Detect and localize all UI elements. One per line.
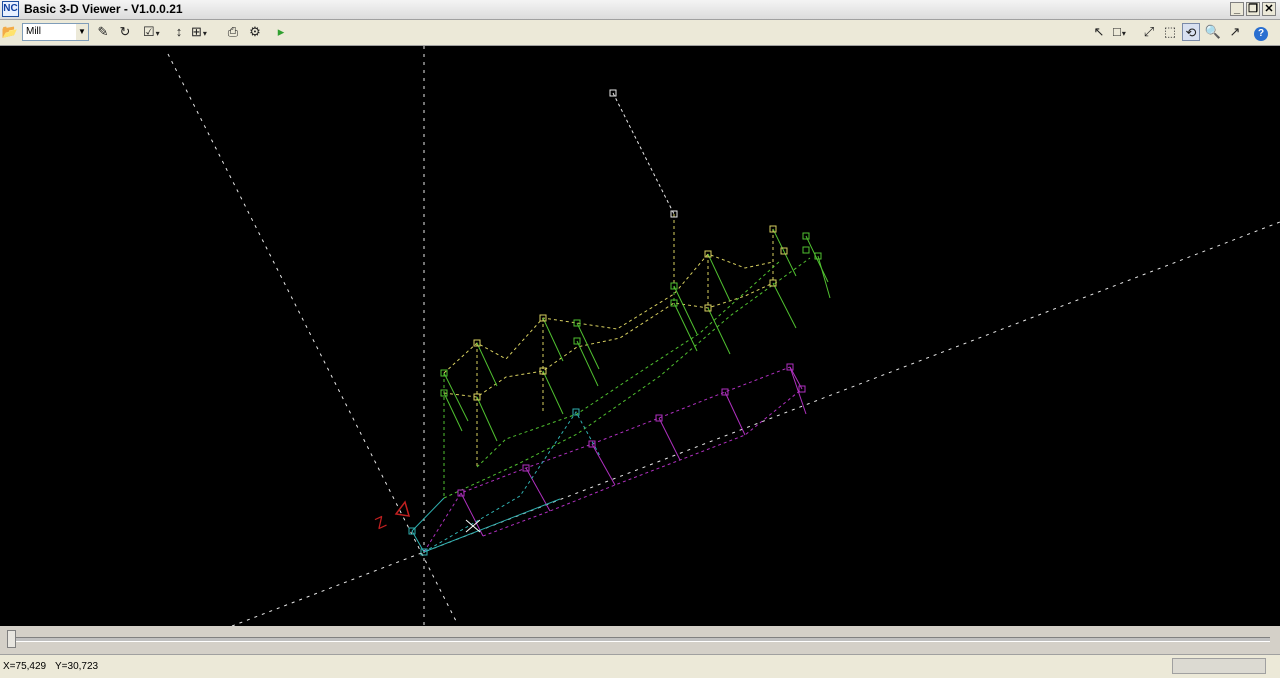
status-bar: X=75,429 Y=30,723	[0, 654, 1280, 678]
select-pointer-icon[interactable]: ↖	[1090, 23, 1108, 41]
edit-icon[interactable]: ✎	[94, 23, 112, 41]
magenta-paths	[423, 366, 807, 553]
x-coordinate: X=75,429	[3, 661, 47, 672]
chevron-down-icon[interactable]: ▼	[76, 24, 88, 40]
grid-icon[interactable]: ⊞	[191, 23, 213, 41]
status-pane	[1172, 658, 1266, 674]
fit-view-icon[interactable]: ⤢	[1140, 23, 1158, 41]
origin-axis-indicator: Z	[373, 500, 411, 533]
path-node-marker	[802, 246, 810, 254]
marker-icon[interactable]: ▸	[272, 23, 290, 41]
title-bar: NC Basic 3-D Viewer - V1.0.0.21 _ ❐ ✕	[0, 0, 1280, 20]
viewport-3d[interactable]: Z	[0, 46, 1280, 626]
help-glyph: ?	[1254, 27, 1268, 41]
app-icon: NC	[2, 1, 19, 17]
axis-icon[interactable]: ↕	[170, 23, 188, 41]
rapid-upper-path	[443, 253, 774, 374]
print-icon[interactable]: ⎙	[224, 23, 242, 41]
refresh-icon[interactable]: ↻	[116, 23, 134, 41]
machine-select-value: Mill	[26, 26, 41, 37]
new-view-icon[interactable]: □	[1113, 23, 1135, 41]
help-icon[interactable]: ?	[1254, 23, 1276, 41]
y-coordinate: Y=30,723	[55, 661, 99, 672]
path-nodes	[408, 89, 822, 556]
rapid-verticals	[476, 214, 774, 467]
green-ticks	[443, 228, 831, 442]
viewport-drawing: Z	[167, 46, 1280, 626]
window-title: Basic 3-D Viewer - V1.0.0.21	[24, 2, 183, 16]
machine-select[interactable]: Mill ▼	[22, 23, 89, 41]
settings-icon[interactable]: ⚙	[246, 23, 264, 41]
rotate-view-icon[interactable]: ⟲	[1182, 23, 1200, 41]
z-axis-label: Z	[373, 513, 389, 533]
restore-button[interactable]: ❐	[1246, 2, 1260, 16]
playback-slider-thumb[interactable]	[7, 630, 16, 648]
zoom-icon[interactable]: 🔍	[1204, 23, 1222, 41]
list-options-icon[interactable]: ☑	[143, 23, 165, 41]
axis-arrow-icon	[394, 500, 411, 517]
playback-slider-area	[0, 627, 1280, 653]
close-button[interactable]: ✕	[1262, 2, 1276, 16]
cyan-paths	[411, 411, 601, 553]
pan-icon[interactable]: ↗	[1226, 23, 1244, 41]
playback-slider-track[interactable]	[8, 637, 1270, 642]
open-folder-icon[interactable]: 📂	[1, 23, 19, 41]
minimize-button[interactable]: _	[1230, 2, 1244, 16]
green-paths	[443, 257, 811, 499]
rapid-move	[612, 92, 675, 215]
zoom-window-icon[interactable]: ⬚	[1161, 23, 1179, 41]
axis-diagonal	[167, 53, 457, 622]
toolbar: 📂 Mill ▼ ✎ ↻ ☑ ↕ ⊞ ⎙ ⚙ ▸ ↖ □ ⤢ ⬚ ⟲ 🔍 ↗ ?	[0, 20, 1280, 46]
